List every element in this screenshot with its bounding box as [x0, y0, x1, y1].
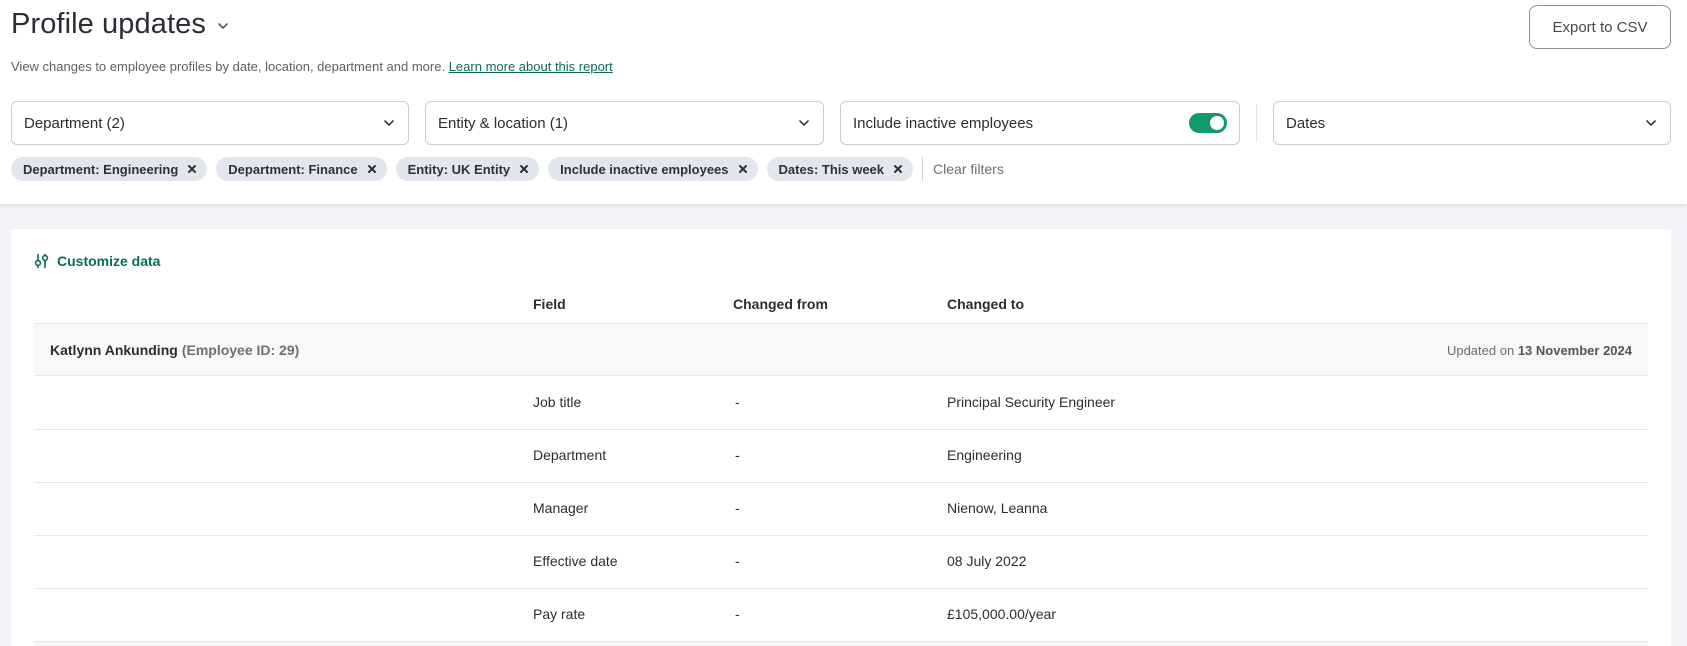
changed-from-cell: - — [735, 394, 740, 410]
include-inactive-label: Include inactive employees — [853, 114, 1034, 132]
page-subtitle: View changes to employee profiles by dat… — [11, 59, 613, 74]
chips-divider — [922, 157, 924, 181]
column-header-changed-to: Changed to — [947, 296, 1024, 312]
close-icon[interactable] — [367, 164, 377, 174]
filter-chip: Entity: UK Entity — [395, 157, 540, 181]
changed-to-cell: 08 July 2022 — [947, 553, 1027, 569]
entity-location-filter[interactable]: Entity & location (1) — [425, 101, 824, 145]
changed-from-cell: - — [735, 447, 740, 463]
dates-filter[interactable]: Dates — [1273, 101, 1671, 145]
filter-divider — [1256, 104, 1257, 142]
export-csv-button[interactable]: Export to CSV — [1529, 5, 1671, 49]
subtitle-text: View changes to employee profiles by dat… — [11, 59, 446, 74]
entity-location-filter-label: Entity & location (1) — [438, 114, 569, 132]
updated-prefix: Updated on — [1446, 343, 1515, 358]
field-cell: Manager — [533, 500, 589, 516]
column-header-changed-from: Changed from — [733, 296, 828, 312]
employee-name: Katlynn Ankunding (Employee ID: 29) — [50, 342, 299, 358]
field-cell: Job title — [533, 394, 582, 410]
close-icon[interactable] — [187, 164, 197, 174]
table-row: Department - Engineering — [34, 430, 1648, 483]
changed-to-cell: Engineering — [947, 447, 1022, 463]
report-header: Profile updates Export to CSV View chang… — [0, 0, 1687, 204]
chevron-down-icon — [1644, 116, 1658, 130]
filter-chip: Department: Finance — [216, 157, 387, 181]
filter-chip: Include inactive employees — [548, 157, 758, 181]
active-filter-chips: Department: Engineering Department: Fina… — [11, 157, 1004, 181]
filter-chip: Department: Engineering — [11, 157, 208, 181]
changed-to-cell: £105,000.00/year — [947, 606, 1056, 622]
report-table-card: Customize data Field Changed from Change… — [11, 229, 1671, 646]
changed-to-cell: Principal Security Engineer — [947, 394, 1116, 410]
table-row: Job title - Principal Security Engineer — [34, 377, 1648, 430]
include-inactive-filter: Include inactive employees — [840, 101, 1240, 145]
learn-more-link[interactable]: Learn more about this report — [449, 59, 613, 74]
page-title: Profile updates — [11, 8, 206, 40]
changed-from-cell: - — [735, 500, 740, 516]
employee-group-row: Katlynn Ankunding (Employee ID: 29) Updat… — [34, 324, 1648, 376]
changed-from-cell: - — [735, 606, 740, 622]
updated-on: Updated on 13 November 2024 — [1447, 343, 1632, 358]
table-row: Manager - Nienow, Leanna — [34, 483, 1648, 536]
next-employee-row — [34, 642, 1648, 646]
chevron-down-icon — [797, 116, 811, 130]
updated-date: 13 November 2024 — [1517, 343, 1632, 358]
toggle-knob — [1210, 116, 1224, 130]
chip-label: Dates: This week — [778, 161, 885, 177]
chip-label: Entity: UK Entity — [407, 161, 511, 177]
employee-id: (Employee ID: 29) — [181, 342, 300, 358]
title-row[interactable]: Profile updates — [11, 8, 230, 41]
department-filter[interactable]: Department (2) — [11, 101, 409, 145]
employee-name-text: Katlynn Ankunding — [50, 342, 178, 358]
chip-label: Department: Finance — [228, 161, 358, 177]
dates-filter-label: Dates — [1286, 114, 1326, 132]
chip-label: Department: Engineering — [23, 161, 179, 177]
field-cell: Pay rate — [533, 606, 586, 622]
table-row: Effective date - 08 July 2022 — [34, 536, 1648, 589]
changed-to-cell: Nienow, Leanna — [947, 500, 1048, 516]
close-icon[interactable] — [893, 164, 903, 174]
changed-from-cell: - — [735, 553, 740, 569]
field-cell: Department — [533, 447, 607, 463]
column-header-field: Field — [533, 296, 566, 312]
clear-filters-button[interactable]: Clear filters — [933, 161, 1004, 177]
sliders-icon — [34, 253, 50, 269]
field-cell: Effective date — [533, 553, 618, 569]
filter-chip: Dates: This week — [766, 157, 914, 181]
close-icon[interactable] — [519, 164, 529, 174]
close-icon[interactable] — [738, 164, 748, 174]
department-filter-label: Department (2) — [24, 114, 125, 132]
customize-data-button[interactable]: Customize data — [34, 253, 160, 269]
table-row: Pay rate - £105,000.00/year — [34, 589, 1648, 642]
chevron-down-icon — [382, 116, 396, 130]
chip-label: Include inactive employees — [560, 161, 729, 177]
include-inactive-toggle[interactable] — [1189, 113, 1227, 133]
table-header: Field Changed from Changed to — [34, 289, 1648, 324]
chevron-down-icon[interactable] — [216, 19, 230, 33]
customize-data-label: Customize data — [57, 253, 161, 269]
